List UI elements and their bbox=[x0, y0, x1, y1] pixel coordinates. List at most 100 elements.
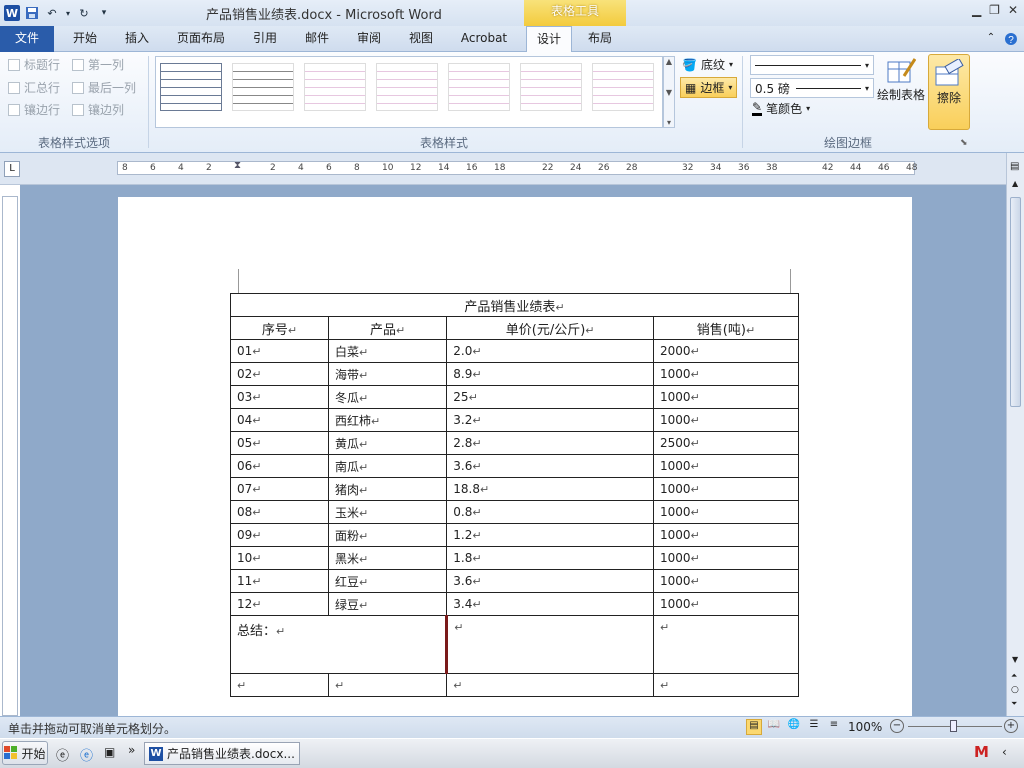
table-cell[interactable]: 西红柿↵ bbox=[327, 408, 448, 432]
save-icon[interactable] bbox=[24, 5, 40, 21]
dropdown-arrow-icon[interactable]: ▾ bbox=[806, 104, 810, 113]
table-cell[interactable]: 1000↵ bbox=[652, 477, 800, 501]
summary-cell[interactable]: 总结：↵ bbox=[229, 615, 448, 674]
browser-quicklaunch-icon[interactable]: ⓔ bbox=[80, 745, 93, 764]
full-screen-reading-icon[interactable]: 📖 bbox=[766, 719, 782, 735]
last-column-checkbox[interactable]: 最后一列 bbox=[72, 79, 136, 96]
table-cell[interactable]: 黄瓜↵ bbox=[327, 431, 448, 455]
tab-layout[interactable]: 布局 bbox=[578, 26, 622, 52]
scroll-thumb[interactable] bbox=[1010, 197, 1021, 407]
scroll-up-icon[interactable]: ▲ bbox=[1012, 179, 1018, 188]
checkbox-box[interactable] bbox=[8, 58, 20, 71]
tab-design[interactable]: 设计 bbox=[526, 26, 572, 53]
table-cell[interactable]: 12↵ bbox=[230, 592, 329, 616]
checkbox-box[interactable] bbox=[72, 81, 84, 94]
table-cell[interactable]: 1.8↵ bbox=[446, 546, 654, 570]
tab-references[interactable]: 引用 bbox=[240, 26, 290, 52]
header-cell[interactable]: 单价(元/公斤)↵ bbox=[446, 316, 654, 340]
tab-home[interactable]: 开始 bbox=[60, 26, 110, 52]
dropdown-arrow-icon[interactable]: ▾ bbox=[729, 60, 733, 69]
print-layout-icon[interactable]: ▤ bbox=[746, 719, 762, 735]
table-cell[interactable]: 08↵ bbox=[230, 500, 329, 524]
table-cell[interactable]: 猪肉↵ bbox=[327, 477, 448, 501]
table-cell[interactable]: 07↵ bbox=[230, 477, 329, 501]
table-cell[interactable]: 05↵ bbox=[230, 431, 329, 455]
tab-mailings[interactable]: 邮件 bbox=[292, 26, 342, 52]
table-cell[interactable]: 04↵ bbox=[230, 408, 329, 432]
table-cell[interactable]: 2000↵ bbox=[652, 339, 800, 363]
gallery-scroll[interactable]: ▲ ▼ ▾ bbox=[663, 56, 675, 128]
table-cell[interactable]: 1000↵ bbox=[652, 408, 800, 432]
table-cell[interactable]: 红豆↵ bbox=[327, 569, 448, 593]
dropdown-arrow-icon[interactable]: ▾ bbox=[865, 84, 869, 93]
table-cell[interactable]: 2500↵ bbox=[652, 431, 800, 455]
tab-acrobat[interactable]: Acrobat bbox=[452, 26, 516, 52]
table-cell[interactable]: 1000↵ bbox=[652, 385, 800, 409]
table-cell[interactable]: 玉米↵ bbox=[327, 500, 448, 524]
table-cell[interactable]: 3.2↵ bbox=[446, 408, 654, 432]
redo-icon[interactable]: ↻ bbox=[76, 5, 92, 21]
zoom-out-icon[interactable]: − bbox=[890, 719, 904, 733]
table-cell[interactable]: 01↵ bbox=[230, 339, 329, 363]
app-quicklaunch-icon[interactable]: ▣ bbox=[104, 745, 115, 759]
zoom-slider-thumb[interactable] bbox=[950, 720, 957, 732]
gallery-more-icon[interactable]: ▾ bbox=[667, 118, 671, 127]
table-cell[interactable]: 1000↵ bbox=[652, 592, 800, 616]
scroll-down-icon[interactable]: ▼ bbox=[1012, 655, 1018, 664]
table-cell[interactable]: 8.9↵ bbox=[446, 362, 654, 386]
table-cell[interactable]: ↵ bbox=[445, 615, 654, 674]
header-cell[interactable]: 产品↵ bbox=[327, 316, 448, 340]
table-cell[interactable]: 1.2↵ bbox=[446, 523, 654, 547]
ie-quicklaunch-icon[interactable]: ⓔ bbox=[56, 745, 69, 764]
table-cell[interactable]: 1000↵ bbox=[652, 362, 800, 386]
more-quicklaunch-icon[interactable]: » bbox=[128, 743, 135, 757]
draw-table-button[interactable]: 绘制表格 bbox=[876, 56, 926, 108]
header-cell[interactable]: 销售(吨)↵ bbox=[652, 316, 800, 340]
table-cell[interactable]: 18.8↵ bbox=[446, 477, 654, 501]
table-cell[interactable]: ↵ bbox=[230, 673, 329, 697]
help-icon[interactable]: ? bbox=[1002, 26, 1020, 52]
taskbar-word-item[interactable]: W 产品销售业绩表.docx... bbox=[144, 742, 300, 765]
table-style-swatch[interactable] bbox=[232, 63, 294, 111]
table-cell[interactable]: 1000↵ bbox=[652, 546, 800, 570]
table-cell[interactable]: 1000↵ bbox=[652, 523, 800, 547]
vertical-scrollbar[interactable]: ▤ ▲ ▼ ⏶ ○ ⏷ bbox=[1006, 153, 1024, 716]
table-cell[interactable]: 1000↵ bbox=[652, 500, 800, 524]
tab-file[interactable]: 文件 bbox=[0, 26, 54, 52]
checkbox-box[interactable] bbox=[72, 103, 84, 116]
word-app-icon[interactable]: W bbox=[4, 5, 20, 21]
first-column-checkbox[interactable]: 第一列 bbox=[72, 56, 124, 73]
table-cell[interactable]: 10↵ bbox=[230, 546, 329, 570]
table-cell[interactable]: 3.6↵ bbox=[446, 454, 654, 478]
checkbox-box[interactable] bbox=[72, 58, 84, 71]
table-style-swatch[interactable] bbox=[592, 63, 654, 111]
dialog-launcher-icon[interactable]: ⬊ bbox=[960, 138, 968, 148]
table-cell[interactable]: 03↵ bbox=[230, 385, 329, 409]
minimize-ribbon-icon[interactable]: ⌃ bbox=[984, 26, 998, 52]
horizontal-ruler[interactable]: 8 6 4 2 2 4 6 8 10 12 14 16 18 22 24 26 28 32 34 36 38 42 44 46… bbox=[117, 160, 917, 175]
table-cell[interactable]: 3.4↵ bbox=[446, 592, 654, 616]
tab-view[interactable]: 视图 bbox=[396, 26, 446, 52]
tab-insert[interactable]: 插入 bbox=[112, 26, 162, 52]
tray-app-icon[interactable]: M bbox=[974, 743, 994, 763]
banded-rows-checkbox[interactable]: 镶边行 bbox=[8, 101, 60, 118]
restore-icon[interactable]: ❐ bbox=[989, 3, 1000, 17]
indent-marker-icon[interactable]: ⧗ bbox=[234, 160, 241, 171]
table-cell[interactable]: 09↵ bbox=[230, 523, 329, 547]
header-cell[interactable]: 序号↵ bbox=[230, 316, 329, 340]
table-style-swatch[interactable] bbox=[376, 63, 438, 111]
tab-page-layout[interactable]: 页面布局 bbox=[170, 26, 232, 52]
tab-review[interactable]: 审阅 bbox=[344, 26, 394, 52]
table-cell[interactable]: 25↵ bbox=[446, 385, 654, 409]
table-title-cell[interactable]: 产品销售业绩表↵ bbox=[230, 293, 799, 317]
close-icon[interactable]: ✕ bbox=[1008, 3, 1018, 17]
customize-qat-icon[interactable]: ▾ bbox=[96, 5, 112, 21]
checkbox-box[interactable] bbox=[8, 81, 20, 94]
table-cell[interactable]: 1000↵ bbox=[652, 569, 800, 593]
banded-columns-checkbox[interactable]: 镶边列 bbox=[72, 101, 124, 118]
web-layout-icon[interactable]: 🌐 bbox=[786, 719, 802, 735]
table-cell[interactable]: 11↵ bbox=[230, 569, 329, 593]
shading-button[interactable]: 🪣 底纹 ▾ bbox=[682, 56, 733, 73]
total-row-checkbox[interactable]: 汇总行 bbox=[8, 79, 60, 96]
table-cell[interactable]: 白菜↵ bbox=[327, 339, 448, 363]
